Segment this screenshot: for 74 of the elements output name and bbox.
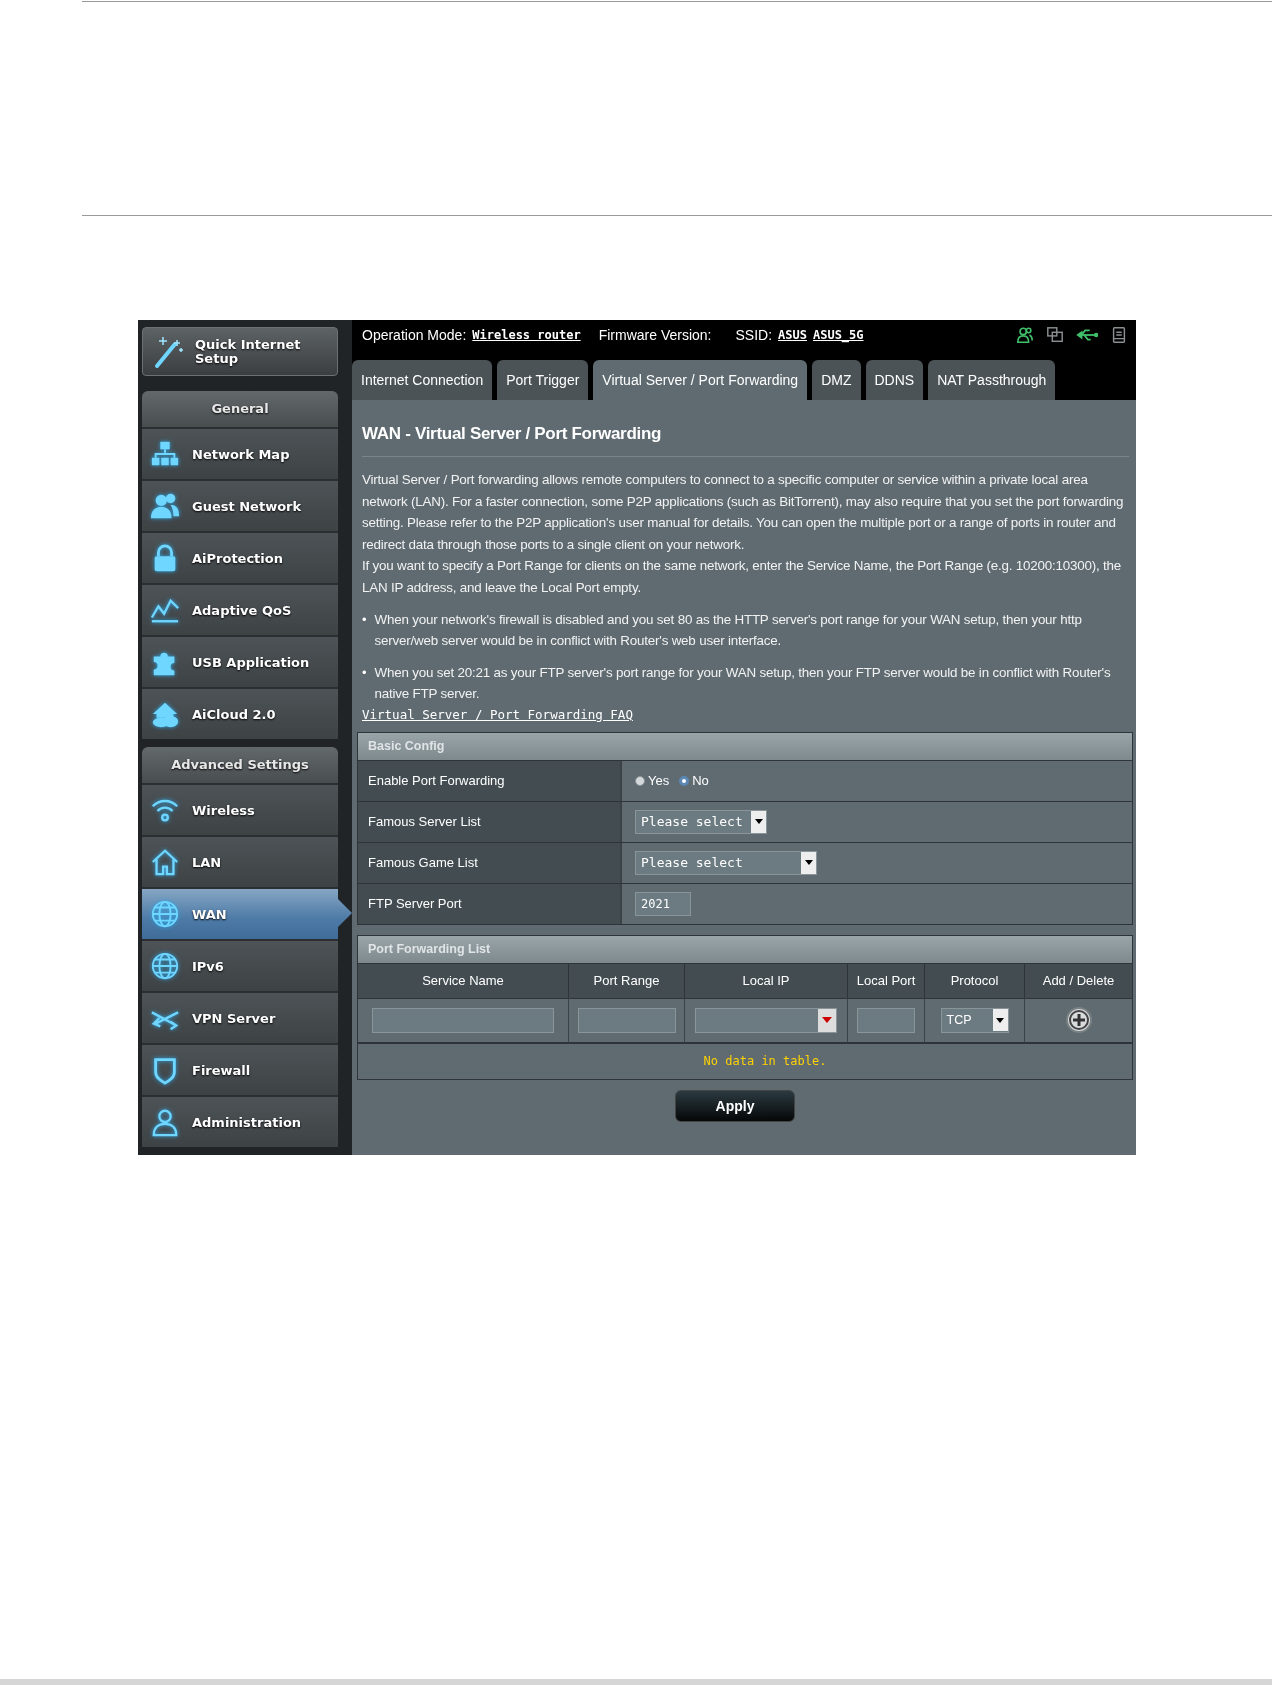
sidebar-item[interactable]: Wireless [142,783,338,835]
setting-label: Famous Game List [358,842,620,883]
drive-icon[interactable] [1110,326,1128,344]
ipv6-globe-icon [150,951,180,981]
radio-option[interactable]: Yes [635,773,670,789]
caret-icon [822,1017,832,1024]
menu-section-header: Advanced Settings [142,747,338,783]
person-icon [150,1107,180,1137]
section-header: Basic Config [358,732,1132,760]
sidebar-item[interactable]: Firewall [142,1043,338,1095]
sidebar-item[interactable]: Network Map [142,427,338,479]
sidebar-item[interactable]: USB Application [142,635,338,687]
column-header: Protocol [924,962,1024,998]
empty-table-message: No data in table. [703,1054,827,1069]
bullet-mark: • [362,663,367,682]
note-text: When your network's firewall is disabled and you set 80 as the HTTP server's port range for your WAN setup, then your http server/web server would be in conflict with Router's web user interface. [374,610,1083,651]
faq-link[interactable]: Virtual Server / Port Forwarding FAQ [362,706,633,722]
column-header: Add / Delete [1024,962,1132,998]
tab[interactable]: Port Trigger [497,360,589,400]
setting-label: Famous Server List [358,801,620,842]
sidebar-item[interactable]: Guest Network [142,479,338,531]
column-header: Port Range [568,962,684,998]
bullet-mark: • [362,610,367,629]
protocol-dropdown[interactable]: TCP [940,1007,1009,1033]
tab[interactable]: Virtual Server / Port Forwarding [593,360,808,400]
radio-option[interactable]: No [679,773,709,789]
local-ip-dropdown[interactable] [695,1007,837,1033]
sidebar-item[interactable]: Administration [142,1095,338,1147]
sidebar-item[interactable]: VPN Server [142,991,338,1043]
local-port-field[interactable] [857,1007,915,1033]
caret-icon [804,860,813,866]
ssid-link[interactable]: ASUS [778,328,807,342]
usb-icon[interactable] [1076,327,1098,343]
sidebar-item[interactable]: LAN [142,835,338,887]
description-text: Virtual Server / Port forwarding allows remote computers to connect to a specific computer or service within a private local area network (LAN). For a faster connection, some P2P applications (such as BitTorrent), may also require that you set the port forwarding setting. Please refer to the P2P application's user manual for details. You can open the multiple port or a range of ports in router and redirect data through those ports to a single client on your network. [362,471,1125,554]
column-header: Service Name [358,962,568,998]
sidebar-item[interactable]: AiCloud 2.0 [142,687,338,739]
column-header: Local IP [684,962,847,998]
tab[interactable]: NAT Passthrough [928,360,1056,400]
section-header: Port Forwarding List [358,935,1132,963]
sidebar-item[interactable]: WAN [142,887,352,939]
tab[interactable]: Internet Connection [352,360,493,400]
caret-icon [754,819,763,825]
sidebar-item[interactable]: Adaptive QoS [142,583,338,635]
note-text: When you set 20:21 as your FTP server's port range for your WAN setup, then your FTP server would be in conflict with Router's native FTP server. [374,663,1112,704]
globe-icon [150,899,180,929]
operation-mode-link[interactable]: Wireless router [472,328,581,342]
people-icon [150,491,180,521]
add-icon[interactable] [1064,1006,1093,1035]
dropdown[interactable]: Please select [635,850,817,875]
tab[interactable]: DDNS [865,360,924,400]
firmware-version-label: Firmware Version: [598,327,712,343]
column-header: Local Port [847,962,924,998]
quick-internet-setup-button[interactable]: Quick Internet Setup [142,327,338,376]
sidebar-item[interactable]: AiProtection [142,531,338,583]
port-range-field[interactable] [577,1007,676,1033]
service-name-field[interactable] [372,1007,554,1033]
sidebar-item[interactable]: IPv6 [142,939,338,991]
input-field[interactable]: 2021 [635,891,691,916]
ssid-label: SSID: [735,327,773,343]
ssid-link[interactable]: ASUS_5G [812,328,864,342]
windows-icon[interactable] [1046,326,1064,344]
setting-label: Enable Port Forwarding [358,760,620,801]
apply-button[interactable]: Apply [675,1089,795,1122]
tab[interactable]: DMZ [812,360,861,400]
operation-mode-label: Operation Mode: [362,327,467,343]
dropdown[interactable]: Please select [635,809,767,834]
caret-icon [996,1017,1004,1023]
menu-section-header: General [142,391,338,427]
house-icon [150,847,180,877]
description-text: If you want to specify a Port Range for clients on the same network, enter the Service Name, the Port Range (e.g. 10200:10300), the LAN IP address, and leave the Local Port empty. [362,557,1123,597]
users-icon[interactable] [1016,326,1034,344]
page-title: WAN - Virtual Server / Port Forwarding [362,424,663,444]
setting-label: FTP Server Port [358,883,620,924]
